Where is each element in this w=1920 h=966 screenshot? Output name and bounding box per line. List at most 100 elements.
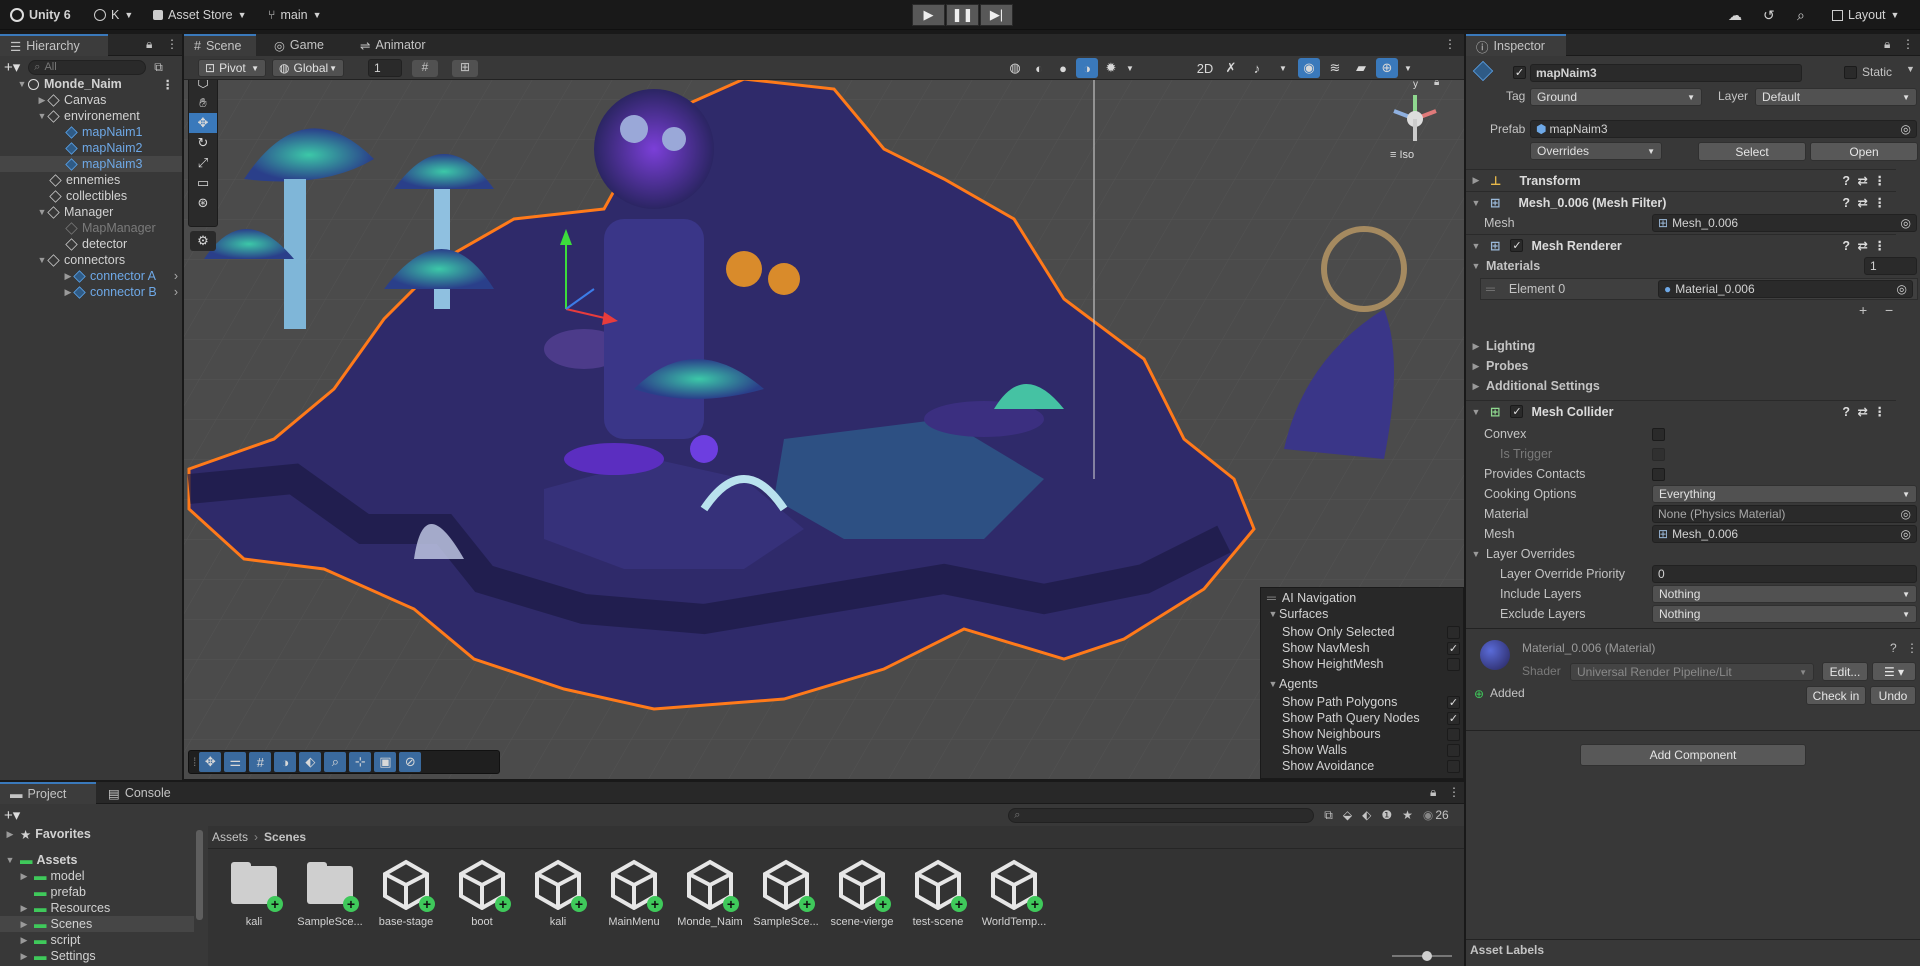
mesh-filter-component-header[interactable]: ▼ ⊞ Mesh_0.006 (Mesh Filter) ? ⇄ ⋮ (1466, 191, 1896, 213)
folder-item-prefab[interactable]: ▬ prefab (0, 884, 205, 900)
material-asset-label[interactable]: Material_0.006 (Material) (1522, 641, 1655, 655)
materials-foldout[interactable]: ▼ Materials (1466, 256, 1896, 276)
layout-dropdown[interactable]: Layout ▼ (1832, 0, 1899, 30)
zoom-slider-handle[interactable] (1422, 951, 1432, 961)
hierarchy-item-collectibles[interactable]: collectibles (0, 188, 182, 204)
physics-material-field[interactable]: None (Physics Material) ◎ (1652, 505, 1917, 523)
gizmos-toggle-button[interactable]: ⊕ (1376, 58, 1398, 78)
tab-game[interactable]: ◎ Game (264, 34, 334, 56)
hierarchy-item-manager[interactable]: ▼ Manager (0, 204, 182, 220)
debug-draw-dropdown[interactable]: ▼ (1124, 58, 1136, 78)
open-button[interactable]: Open (1810, 142, 1918, 161)
gizmos-dropdown[interactable]: ▼ (1402, 58, 1414, 78)
help-icon[interactable]: ? (1842, 174, 1850, 188)
help-icon[interactable]: ? (1842, 196, 1850, 210)
probes-foldout[interactable]: ▶ Probes (1466, 356, 1896, 376)
more-icon[interactable]: ⋮ (1874, 404, 1887, 419)
pivot-dropdown[interactable]: ⊡ Pivot ▼ (198, 59, 266, 77)
asset-folder-item[interactable]: + SampleSce... (294, 858, 366, 928)
lock-icon[interactable]: 🔒︎ (1884, 37, 1890, 52)
shaded-mode-button[interactable]: ● (1052, 58, 1074, 78)
layers-dropdown[interactable]: ≋ (1324, 58, 1346, 78)
edit-shader-button[interactable]: Edit... (1822, 662, 1868, 681)
target-icon[interactable]: ◎ (1901, 122, 1911, 136)
branch-dropdown[interactable]: ⑂ main ▼ (268, 0, 322, 30)
account-dropdown[interactable]: K ▼ (94, 0, 133, 30)
asset-labels-header[interactable]: Asset Labels (1470, 943, 1544, 957)
hierarchy-item-connectors[interactable]: ▼ connectors (0, 252, 182, 268)
materials-count-input[interactable]: 1 (1864, 257, 1917, 275)
checkbox[interactable] (1447, 727, 1460, 741)
move-tool-button[interactable]: ✥ (189, 113, 217, 133)
cooking-options-dropdown[interactable]: Everything ▼ (1652, 485, 1917, 503)
mesh-collider-checkbox[interactable]: ✓ (1510, 405, 1524, 418)
folder-tree-scrollbar[interactable] (196, 830, 203, 920)
assets-root-item[interactable]: ▼ ▬ Assets (0, 852, 205, 868)
lit-mode-button[interactable]: ◑ (1076, 58, 1098, 78)
add-icon[interactable]: +▾ (4, 58, 20, 76)
hierarchy-item-mapnaim1[interactable]: mapNaim1 (0, 124, 182, 140)
debug-draw-button[interactable]: ✹ (1100, 58, 1122, 78)
add-element-button[interactable]: + (1859, 302, 1867, 318)
asset-scene-item[interactable]: + scene-vierge (826, 858, 898, 928)
visibility-toggle-button[interactable]: ◉ (1298, 58, 1320, 78)
prefab-field[interactable]: ⬢ mapNaim3 ◎ (1530, 120, 1917, 138)
check-in-button[interactable]: Check in (1806, 686, 1866, 705)
cloud-button[interactable]: ☁ (1728, 0, 1742, 30)
hierarchy-item-environement[interactable]: ▼ environement (0, 108, 182, 124)
element0-field[interactable]: ● Material_0.006 ◎ (1658, 280, 1913, 298)
include-layers-dropdown[interactable]: Nothing ▼ (1652, 585, 1917, 603)
target-icon[interactable]: ◎ (1897, 282, 1907, 296)
checkbox-checked[interactable]: ✓ (1447, 641, 1460, 655)
custom-tool-button[interactable]: ⚙ (190, 231, 216, 251)
breadcrumb-scenes[interactable]: Scenes (264, 830, 306, 844)
asset-scene-item[interactable]: + Monde_Naim (674, 858, 746, 928)
search-by-type-icon[interactable]: ⧉ (1324, 808, 1333, 823)
show-neighbours-toggle[interactable]: Show Neighbours (1261, 726, 1464, 742)
audio-toggle-button[interactable]: ♪ (1246, 58, 1268, 78)
overlay-pivot-button[interactable]: ⊹ (349, 752, 372, 772)
asset-scene-item[interactable]: + WorldTemp... (978, 858, 1050, 928)
hierarchy-item-detector[interactable]: detector (0, 236, 182, 252)
orientation-gizmo[interactable]: y ≡ Iso 🔒︎ (1380, 77, 1450, 161)
show-heightmesh-toggle[interactable]: Show HeightMesh (1261, 656, 1464, 672)
unity-menu[interactable]: Unity 6 (10, 0, 71, 30)
lighting-foldout[interactable]: ▶ Lighting (1466, 336, 1896, 356)
tab-animator[interactable]: ⇌ Animator (350, 34, 436, 56)
lock-icon[interactable]: 🔒︎ (146, 37, 152, 52)
exclude-layers-dropdown[interactable]: Nothing ▼ (1652, 605, 1917, 623)
preset-icon[interactable]: ⇄ (1858, 173, 1868, 188)
log-icon[interactable]: ❶ (1381, 808, 1392, 822)
wireframe-mode-button[interactable]: ◍ (1004, 58, 1026, 78)
checkbox[interactable] (1447, 743, 1460, 757)
asset-scene-item[interactable]: + boot (446, 858, 518, 928)
active-checkbox[interactable]: ✓ (1513, 66, 1526, 79)
preset-icon[interactable]: ⇄ (1858, 238, 1868, 253)
more-icon[interactable]: ⋮ (1874, 173, 1887, 188)
asset-store-dropdown[interactable]: Asset Store ▼ (153, 0, 247, 30)
step-button[interactable]: ▶| (980, 4, 1013, 26)
show-navmesh-toggle[interactable]: Show NavMesh ✓ (1261, 640, 1464, 656)
global-dropdown[interactable]: ◍ Global ▼ (272, 59, 344, 77)
is-trigger-checkbox[interactable] (1652, 447, 1665, 461)
hand-tool-button[interactable]: ✋︎ (189, 93, 217, 113)
asset-scene-item[interactable]: + MainMenu (598, 858, 670, 928)
overrides-dropdown[interactable]: Overrides ▼ (1530, 142, 1662, 160)
project-search-input[interactable]: ⌕ (1008, 807, 1315, 823)
favorites-item[interactable]: ▶ ★ Favorites (0, 826, 205, 842)
increment-snap-button[interactable]: ⊞ (452, 60, 478, 77)
scale-tool-button[interactable]: ⤢ (189, 153, 217, 173)
hierarchy-item-mapnaim3[interactable]: mapNaim3 (0, 156, 182, 172)
mesh-collider-component-header[interactable]: ▼ ⊞ ✓ Mesh Collider ? ⇄ ⋮ (1466, 400, 1896, 422)
agents-foldout[interactable]: ▼ Agents (1261, 676, 1464, 692)
eye-slash-icon[interactable]: ◉ (1423, 808, 1433, 822)
asset-scene-item[interactable]: + base-stage (370, 858, 442, 928)
play-button[interactable]: ▶ (912, 4, 945, 26)
rect-tool-button[interactable]: ▭ (189, 173, 217, 193)
overlay-lighting-button[interactable]: ◑ (274, 752, 297, 772)
transform-tool-button[interactable]: ⊛ (189, 193, 217, 213)
preset-icon[interactable]: ⇄ (1858, 195, 1868, 210)
more-icon[interactable]: ⋮ (1902, 37, 1914, 51)
layer-dropdown[interactable]: Default ▼ (1755, 88, 1917, 106)
hierarchy-item-mapmanager[interactable]: MapManager (0, 220, 182, 236)
